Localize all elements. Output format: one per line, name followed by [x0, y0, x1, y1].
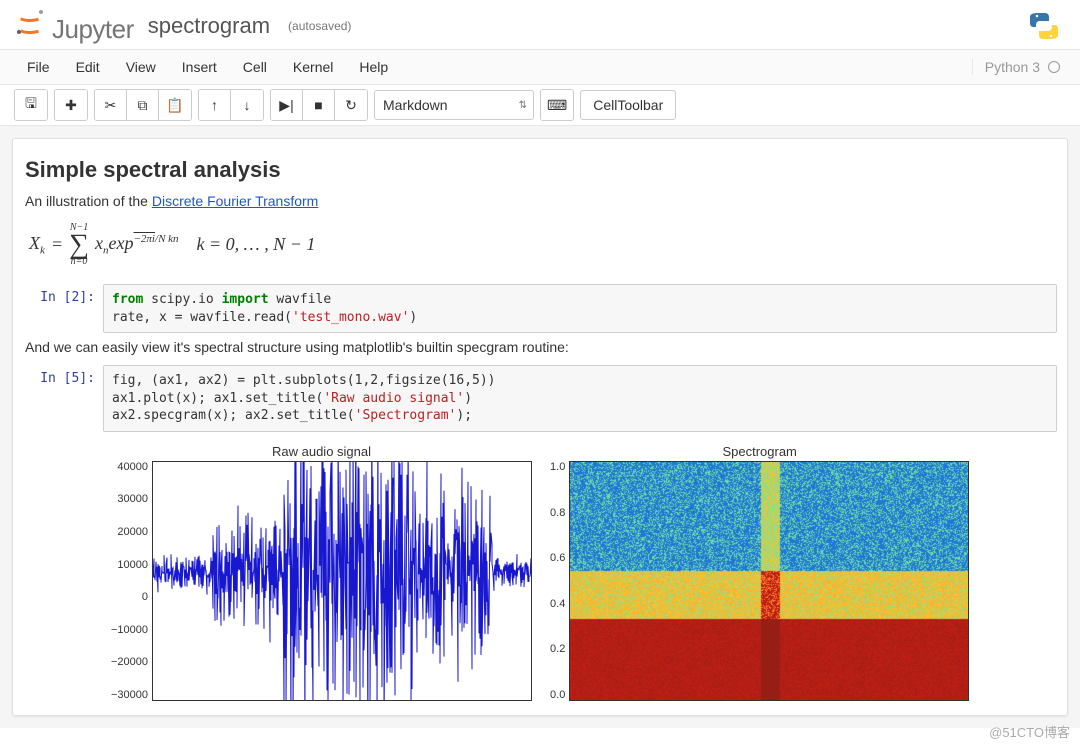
kernel-indicator[interactable]: Python 3 — [972, 59, 1066, 75]
menu-view[interactable]: View — [113, 50, 169, 84]
menu-edit[interactable]: Edit — [63, 50, 113, 84]
notebook-name[interactable]: spectrogram — [148, 13, 270, 39]
code-cell-1[interactable]: In [2]: from scipy.io import wavfile rat… — [23, 284, 1057, 333]
move-down-button[interactable]: ↓ — [231, 90, 263, 120]
autosave-status: (autosaved) — [288, 19, 351, 33]
menu-file[interactable]: File — [14, 50, 63, 84]
move-up-button[interactable]: ↑ — [199, 90, 231, 120]
menu-kernel[interactable]: Kernel — [280, 50, 346, 84]
dft-link[interactable]: Discrete Fourier Transform — [152, 193, 318, 209]
kernel-idle-icon — [1048, 61, 1060, 73]
code-area-2[interactable]: fig, (ax1, ax2) = plt.subplots(1,2,figsi… — [103, 365, 1057, 432]
run-button[interactable]: ▶| — [271, 90, 303, 120]
prompt-2: In [5]: — [23, 365, 103, 432]
restart-button[interactable]: ↻ — [335, 90, 367, 120]
jupyter-icon — [14, 6, 46, 38]
python-icon — [1028, 10, 1060, 42]
paragraph-2: And we can easily view it's spectral str… — [25, 339, 1061, 355]
command-palette-button[interactable]: ⌨ — [541, 90, 573, 120]
plot-raw-audio: Raw audio signal 400003000020000100000−1… — [111, 444, 532, 701]
menu-insert[interactable]: Insert — [169, 50, 230, 84]
math-formula: Xk = N−1∑n=0 xnexp−2πi/N kn k = 0, … , N… — [29, 223, 1051, 266]
stop-button[interactable]: ■ — [303, 90, 335, 120]
menu-help[interactable]: Help — [346, 50, 401, 84]
prompt-1: In [2]: — [23, 284, 103, 333]
copy-button[interactable]: ⧉ — [127, 90, 159, 120]
code-2: fig, (ax1, ax2) = plt.subplots(1,2,figsi… — [112, 372, 1048, 425]
header: Jupyter spectrogram (autosaved) — [0, 0, 1080, 49]
yticks-raw: 400003000020000100000−10000−20000−30000 — [111, 461, 152, 701]
code-1: from scipy.io import wavfile rate, x = w… — [112, 291, 1048, 326]
menu-cell[interactable]: Cell — [230, 50, 280, 84]
watermark: @51CTO博客 — [989, 722, 1070, 741]
paste-button[interactable]: 📋 — [159, 90, 191, 120]
plot-spectrogram: Spectrogram 1.00.80.60.40.20.0 — [550, 444, 969, 701]
jupyter-logo[interactable]: Jupyter — [14, 6, 134, 45]
code-cell-2[interactable]: In [5]: fig, (ax1, ax2) = plt.subplots(1… — [23, 365, 1057, 432]
toolbar: 🖫 ✚ ✂ ⧉ 📋 ↑ ↓ ▶| ■ ↻ Markdown ⌨ CellTool… — [0, 85, 1080, 126]
cell-type-select[interactable]: Markdown — [374, 90, 534, 120]
plot-box-raw — [152, 461, 532, 701]
notebook-container: Simple spectral analysis An illustration… — [12, 138, 1068, 716]
brand-text: Jupyter — [52, 14, 134, 45]
save-button[interactable]: 🖫 — [15, 90, 47, 120]
intro-text: An illustration of the Discrete Fourier … — [25, 193, 1061, 209]
code-area-1[interactable]: from scipy.io import wavfile rate, x = w… — [103, 284, 1057, 333]
kernel-name: Python 3 — [985, 59, 1040, 75]
cell-toolbar-button[interactable]: CellToolbar — [580, 90, 676, 120]
menubar: File Edit View Insert Cell Kernel Help P… — [0, 49, 1080, 85]
add-cell-button[interactable]: ✚ — [55, 90, 87, 120]
page-title: Simple spectral analysis — [25, 157, 1061, 183]
output-plots: Raw audio signal 400003000020000100000−1… — [19, 438, 1061, 701]
plot-box-spec — [569, 461, 969, 701]
yticks-spec: 1.00.80.60.40.20.0 — [550, 461, 569, 701]
cut-button[interactable]: ✂ — [95, 90, 127, 120]
